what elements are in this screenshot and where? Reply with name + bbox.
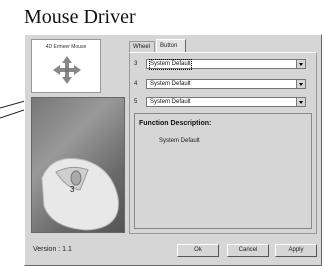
chevron-down-icon[interactable] (296, 60, 305, 68)
mouse-driver-dialog: 4D Ermeer Mouse 3 Version : 1.1 Wheel Bu… (24, 34, 322, 266)
brand-label: 4D Ermeer Mouse (45, 44, 87, 50)
tab-wheel[interactable]: Wheel (129, 41, 155, 52)
tab-button[interactable]: Button (156, 39, 186, 52)
brand-box: 4D Ermeer Mouse (31, 39, 101, 93)
cancel-button[interactable]: Cancel (227, 244, 269, 257)
version-label: Version : 1.1 (33, 246, 72, 253)
ok-button[interactable]: Ok (177, 244, 219, 257)
button-4-select[interactable]: System Default (146, 79, 306, 89)
button-tab-panel: 3 System Default 4 System Default 5 Syst… (129, 52, 317, 234)
four-arrows-icon (53, 56, 81, 84)
select-value: System Default (150, 81, 191, 87)
function-description-box: Function Description: System Default (134, 113, 312, 229)
select-value: System Default (149, 59, 192, 70)
row-number: 5 (134, 99, 138, 105)
apply-button[interactable]: Apply (275, 244, 317, 257)
button-3-select[interactable]: System Default (146, 59, 306, 70)
function-description-title: Function Description: (139, 120, 212, 127)
row-number: 3 (134, 61, 138, 67)
select-value: System Default (150, 99, 191, 105)
row-number: 4 (134, 81, 138, 87)
chevron-down-icon[interactable] (296, 98, 305, 106)
mouse-button-label: 3 (70, 185, 75, 194)
mouse-icon: 3 (41, 158, 119, 231)
function-description-value: System Default (159, 138, 200, 144)
button-5-select[interactable]: System Default (146, 97, 306, 107)
mouse-photo: 3 (31, 97, 125, 233)
chevron-down-icon[interactable] (296, 80, 305, 88)
